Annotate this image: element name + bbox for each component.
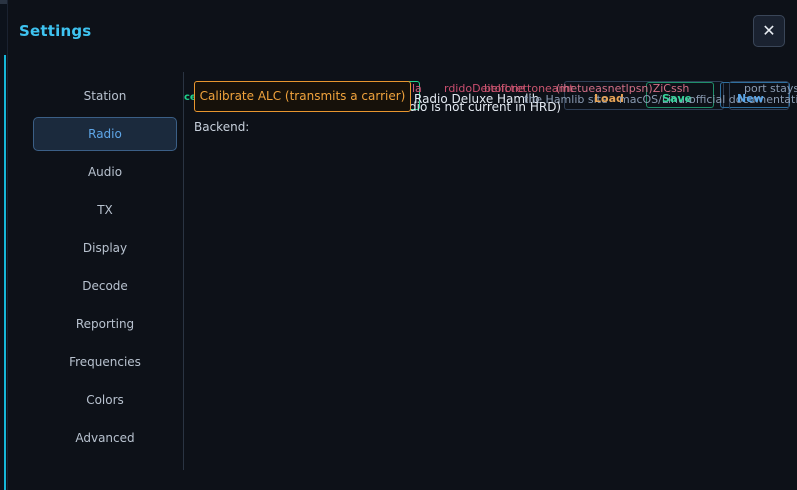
nav-item-audio[interactable]: Audio xyxy=(33,155,177,189)
nav-item-station[interactable]: Station xyxy=(33,79,177,113)
nav-item-label: Decode xyxy=(82,279,128,293)
nav-item-label: TX xyxy=(97,203,113,217)
backend-label: Backend: xyxy=(194,120,250,134)
overlapping-text: la xyxy=(412,82,422,95)
dialog-title: Settings xyxy=(19,22,92,40)
overlapping-text: official documentation xyxy=(689,93,797,106)
nav-item-colors[interactable]: Colors xyxy=(33,383,177,417)
overlapping-control-outline xyxy=(646,82,714,108)
nav-item-label: Radio xyxy=(88,127,122,141)
radio-settings-panel: ce la rdidoDeitoictie belfbrettoneamt (i… xyxy=(184,72,797,470)
nav-item-display[interactable]: Display xyxy=(33,231,177,265)
calibrate-alc-button[interactable]: Calibrate ALC (transmits a carrier) xyxy=(194,81,411,112)
nav-item-decode[interactable]: Decode xyxy=(33,269,177,303)
new-button-text[interactable]: New xyxy=(737,92,764,105)
nav-item-label: Audio xyxy=(87,165,123,179)
nav-item-label: Colors xyxy=(86,393,124,407)
nav-item-label: Frequencies xyxy=(69,355,141,369)
settings-nav: Station Radio Audio TX Display Decode Re… xyxy=(33,79,177,459)
nav-item-label: Display xyxy=(82,241,128,255)
overlapping-control-outline xyxy=(720,82,790,108)
nav-item-label: Station xyxy=(83,89,127,103)
nav-item-radio[interactable]: Radio xyxy=(33,117,177,151)
load-button-text[interactable]: Load xyxy=(594,92,624,105)
nav-item-tx[interactable]: TX xyxy=(33,193,177,227)
overlapping-text: dio is not current in HRD) xyxy=(409,100,562,114)
save-button-text[interactable]: Save xyxy=(662,92,692,105)
nav-item-advanced[interactable]: Advanced xyxy=(33,421,177,455)
close-icon: ✕ xyxy=(762,21,776,40)
overlapping-text: (ihetueasnetlpsn)ZiCssh xyxy=(556,82,690,95)
background-window-tick xyxy=(0,0,7,4)
overlapping-text: the Hamlib site xyxy=(524,93,608,106)
overlapping-text: belfbrettoneamt xyxy=(484,82,574,95)
overlapping-text: macOS/Linux xyxy=(619,93,692,106)
background-window-accent-line xyxy=(4,55,6,490)
nav-item-reporting[interactable]: Reporting xyxy=(33,307,177,341)
overlapping-text: port stays w xyxy=(744,82,797,95)
close-button[interactable]: ✕ xyxy=(753,15,785,47)
settings-dialog: Settings ✕ Station Radio Audio TX Displa… xyxy=(7,0,797,490)
nav-item-label: Reporting xyxy=(75,317,135,331)
overlapping-text: Radio Deluxe Hamlib xyxy=(414,92,540,106)
nav-item-label: Advanced xyxy=(75,431,135,445)
overlapping-text: rdidoDeitoictie xyxy=(444,82,525,95)
nav-item-frequencies[interactable]: Frequencies xyxy=(33,345,177,379)
overlapping-control-outline xyxy=(564,81,724,110)
overlapping-control-outline xyxy=(729,81,789,110)
